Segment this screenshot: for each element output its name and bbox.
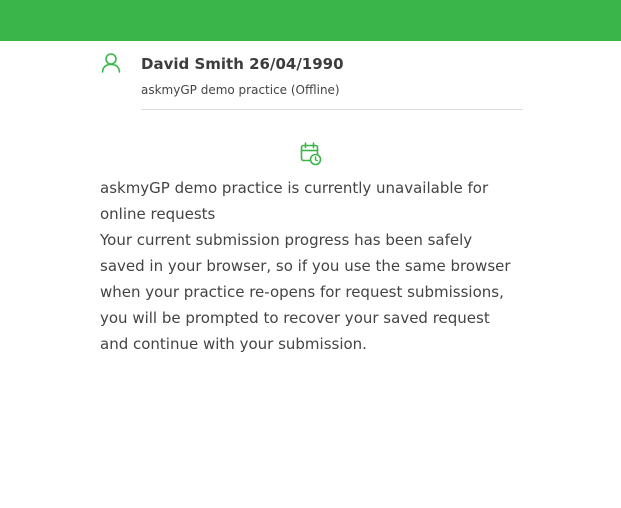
patient-info: David Smith 26/04/1990 askmyGP demo prac… bbox=[141, 52, 523, 110]
top-bar bbox=[0, 0, 621, 41]
user-icon bbox=[100, 52, 122, 74]
practice-status: askmyGP demo practice (Offline) bbox=[141, 83, 340, 97]
saved-progress-text: Your current submission progress has bee… bbox=[100, 231, 511, 353]
unavailable-message: askmyGP demo practice is currently unava… bbox=[100, 175, 520, 357]
patient-name-dob: David Smith 26/04/1990 bbox=[141, 55, 344, 73]
unavailable-text: askmyGP demo practice is currently unava… bbox=[100, 179, 489, 223]
patient-header: David Smith 26/04/1990 askmyGP demo prac… bbox=[100, 52, 523, 110]
calendar-clock-icon bbox=[300, 142, 322, 166]
